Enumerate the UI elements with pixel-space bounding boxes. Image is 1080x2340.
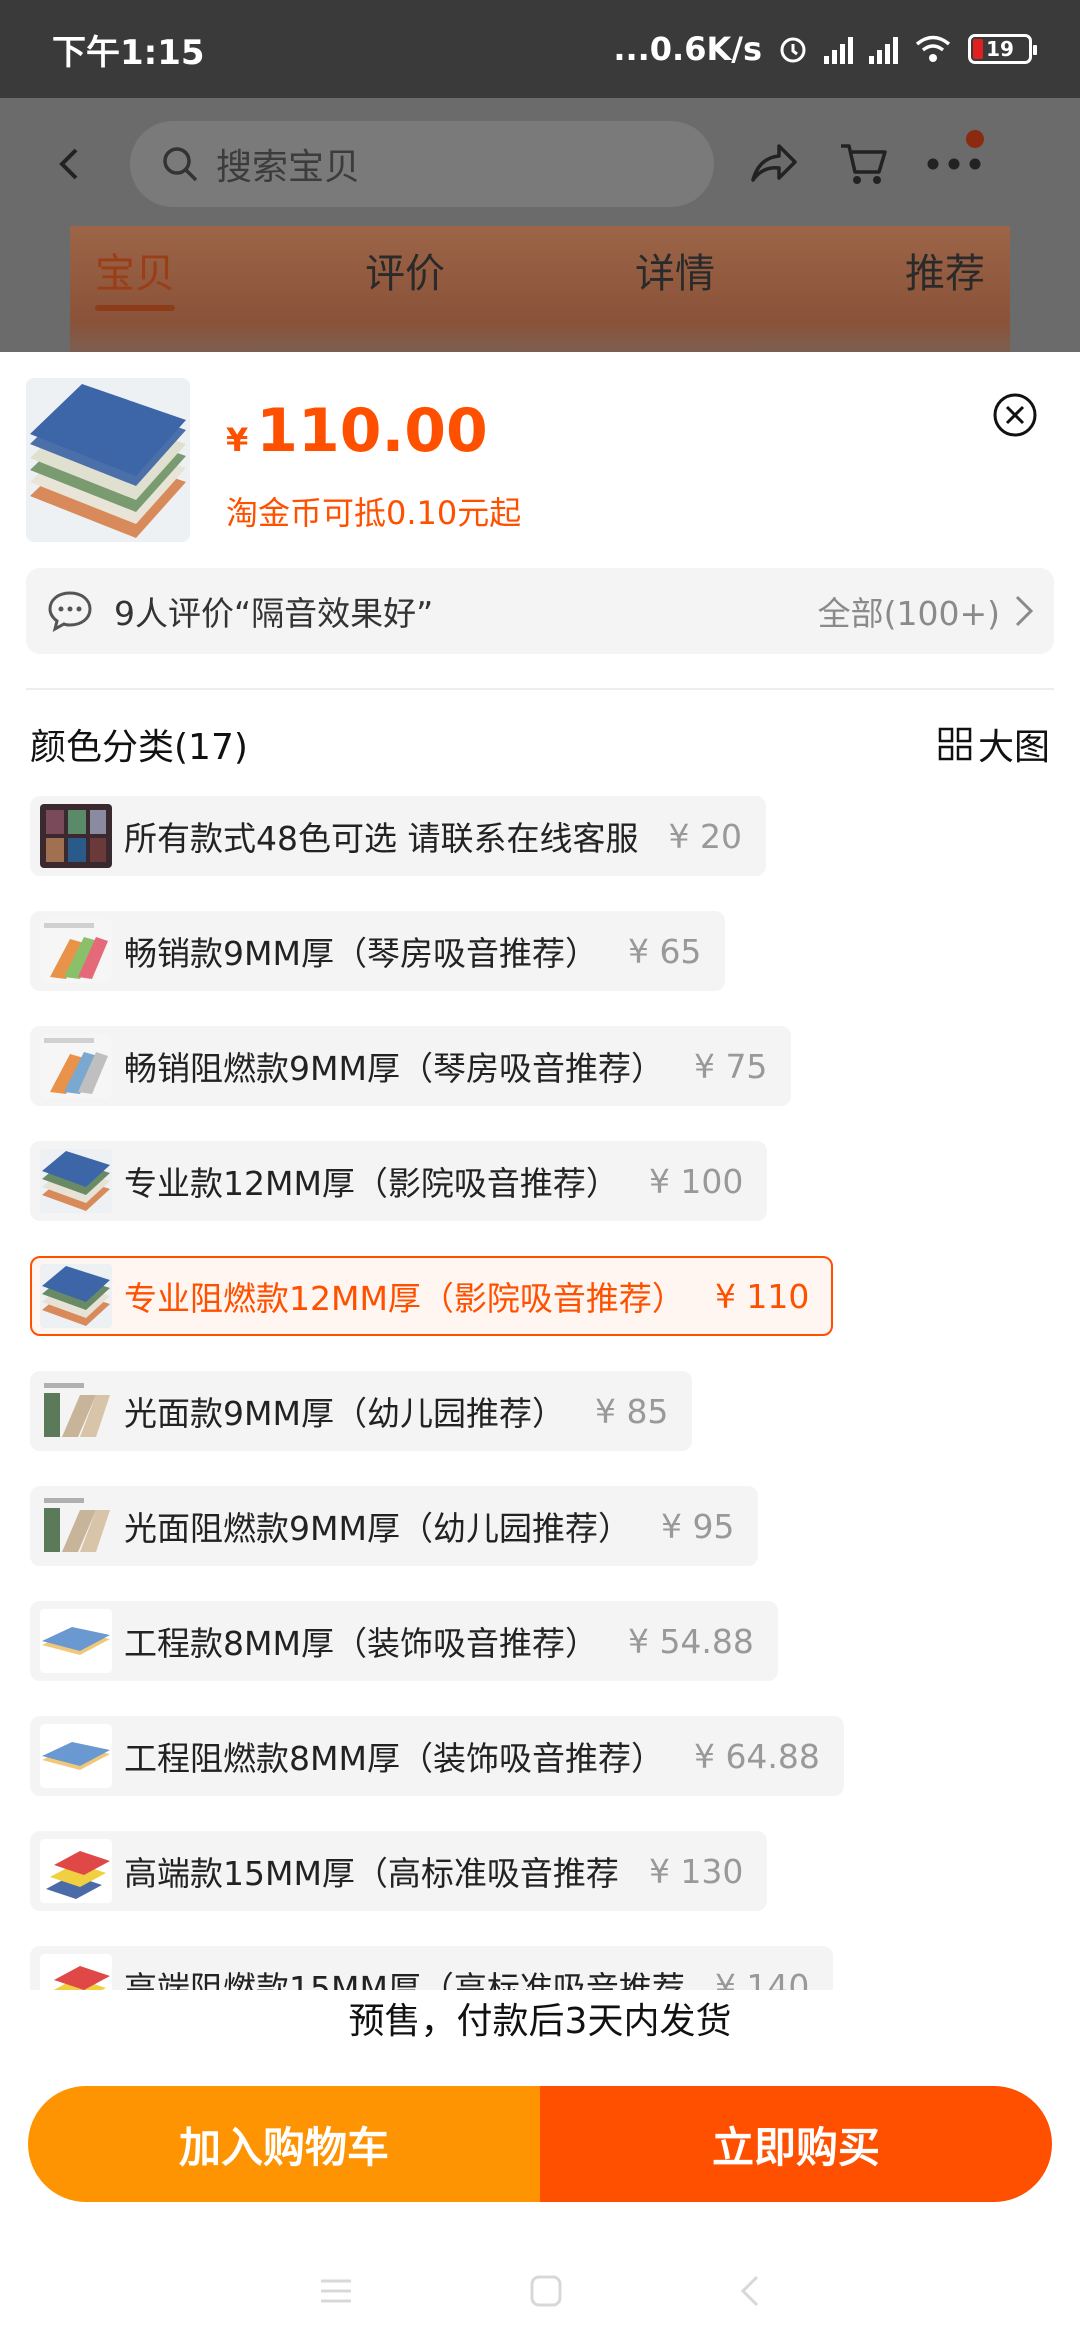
option-price: ¥ 54.88 bbox=[627, 1621, 754, 1661]
option-name: 高端阻燃款15MM厚（高标准吸音推荐 bbox=[124, 1969, 685, 1990]
option-name: 畅销阻燃款9MM厚（琴房吸音推荐） bbox=[124, 1049, 664, 1088]
flat-panel-thumbnail bbox=[40, 1724, 112, 1788]
action-buttons: 加入购物车 立即购买 bbox=[28, 2086, 1052, 2202]
signal-icon-2 bbox=[869, 34, 898, 64]
option-item[interactable]: 工程款8MM厚（装饰吸音推荐） ¥ 54.88 bbox=[30, 1601, 778, 1681]
option-item[interactable]: 所有款式48色可选 请联系在线客服 ¥ 20 bbox=[30, 796, 766, 876]
big-view-label: 大图 bbox=[977, 727, 1050, 768]
tab-reviews[interactable]: 评价 bbox=[365, 241, 445, 299]
back-nav-icon[interactable] bbox=[739, 2274, 761, 2308]
search-input[interactable]: 搜索宝贝 bbox=[130, 121, 714, 207]
color-options-list: 所有款式48色可选 请联系在线客服 ¥ 20 畅销款9MM厚（琴房吸音推荐） ¥… bbox=[30, 796, 1054, 1990]
divider bbox=[26, 688, 1054, 690]
sku-header: ¥ 110.00 淘金币可抵0.10元起 bbox=[26, 378, 1054, 542]
grid-icon bbox=[938, 727, 972, 761]
option-item[interactable]: 高端款15MM厚（高标准吸音推荐 ¥ 130 bbox=[30, 1831, 768, 1911]
stacked-panels-thumbnail bbox=[40, 1264, 112, 1328]
thick-panels-thumbnail bbox=[40, 1954, 112, 1990]
option-price: ¥ 100 bbox=[648, 1161, 744, 1201]
battery-icon: 19 bbox=[968, 34, 1037, 64]
tab-recommend[interactable]: 推荐 bbox=[905, 241, 985, 299]
stacked-panels-thumbnail bbox=[40, 1149, 112, 1213]
tab-details[interactable]: 详情 bbox=[635, 241, 715, 299]
option-item[interactable]: 畅销款9MM厚（琴房吸音推荐） ¥ 65 bbox=[30, 911, 726, 991]
buy-now-button[interactable]: 立即购买 bbox=[540, 2086, 1052, 2202]
review-highlight: 9人评价“隔音效果好” bbox=[114, 594, 434, 633]
option-item[interactable]: 高端阻燃款15MM厚（高标准吸音推荐 ¥ 140 bbox=[30, 1946, 834, 1991]
option-name: 高端款15MM厚（高标准吸音推荐 bbox=[124, 1854, 619, 1893]
option-price: ¥ 20 bbox=[668, 816, 742, 856]
option-item-selected[interactable]: 专业阻燃款12MM厚（影院吸音推荐） ¥ 110 bbox=[30, 1256, 834, 1336]
back-icon[interactable] bbox=[40, 134, 100, 194]
coin-discount-note: 淘金币可抵0.10元起 bbox=[226, 494, 522, 532]
category-title: 颜色分类(17) bbox=[30, 727, 248, 768]
option-item[interactable]: 工程阻燃款8MM厚（装饰吸音推荐） ¥ 64.88 bbox=[30, 1716, 844, 1796]
alarm-icon bbox=[780, 37, 806, 63]
option-name: 专业款12MM厚（影院吸音推荐） bbox=[124, 1164, 619, 1203]
thick-panels-thumbnail bbox=[40, 1839, 112, 1903]
option-item[interactable]: 专业款12MM厚（影院吸音推荐） ¥ 100 bbox=[30, 1141, 768, 1221]
option-name: 畅销款9MM厚（琴房吸音推荐） bbox=[124, 934, 598, 973]
option-price: ¥ 95 bbox=[660, 1506, 735, 1546]
system-nav-bar bbox=[0, 2242, 1080, 2340]
option-name: 光面款9MM厚（幼儿园推荐） bbox=[124, 1394, 565, 1433]
home-icon[interactable] bbox=[529, 2274, 563, 2308]
option-price: ¥ 75 bbox=[693, 1046, 768, 1086]
option-price: ¥ 140 bbox=[714, 1966, 810, 1991]
option-price: ¥ 65 bbox=[627, 931, 702, 971]
chevron-right-icon bbox=[1015, 595, 1034, 627]
add-to-cart-button[interactable]: 加入购物车 bbox=[28, 2086, 540, 2202]
background-product-page: 搜索宝贝 宝贝 评价 详情 推荐 bbox=[0, 98, 1080, 352]
product-header: 搜索宝贝 bbox=[0, 98, 1080, 230]
sku-selector-sheet: ¥ 110.00 淘金币可抵0.10元起 9人评价“隔音效果好” 全部(100+… bbox=[0, 352, 1080, 2340]
status-indicators: ...0.6K/s 19 bbox=[613, 30, 1037, 68]
search-placeholder: 搜索宝贝 bbox=[216, 147, 361, 188]
status-bar: 下午1:15 ...0.6K/s 19 bbox=[0, 0, 1080, 98]
price-value: 110.00 bbox=[256, 396, 488, 466]
option-price: ¥ 130 bbox=[648, 1851, 744, 1891]
review-all-link[interactable]: 全部(100+) bbox=[818, 587, 1034, 635]
big-image-toggle[interactable]: 大图 bbox=[938, 718, 1050, 770]
search-icon bbox=[163, 147, 198, 182]
option-name: 所有款式48色可选 请联系在线客服 bbox=[124, 819, 639, 858]
notification-dot bbox=[966, 130, 984, 148]
wall-panels-thumbnail bbox=[40, 1494, 112, 1558]
option-price: ¥ 110 bbox=[714, 1276, 810, 1316]
tab-baby[interactable]: 宝贝 bbox=[95, 241, 175, 311]
review-all-label: 全部(100+) bbox=[817, 594, 1000, 633]
option-price: ¥ 85 bbox=[594, 1391, 669, 1431]
status-time: 下午1:15 bbox=[52, 32, 205, 73]
option-price: ¥ 64.88 bbox=[693, 1736, 820, 1776]
close-icon[interactable] bbox=[992, 392, 1038, 438]
product-tabs: 宝贝 评价 详情 推荐 bbox=[0, 230, 1080, 311]
option-name: 工程阻燃款8MM厚（装饰吸音推荐） bbox=[124, 1739, 664, 1778]
menu-icon[interactable] bbox=[319, 2277, 353, 2305]
option-item[interactable]: 光面阻燃款9MM厚（幼儿园推荐） ¥ 95 bbox=[30, 1486, 759, 1566]
network-speed: ...0.6K/s bbox=[613, 30, 762, 68]
currency-symbol: ¥ bbox=[226, 421, 249, 459]
flat-panel-thumbnail bbox=[40, 1609, 112, 1673]
colorful-panels-thumbnail bbox=[40, 919, 112, 983]
swatch-thumbnail bbox=[40, 804, 112, 868]
wifi-icon bbox=[915, 35, 951, 62]
cart-icon[interactable] bbox=[834, 134, 894, 194]
option-name: 光面阻燃款9MM厚（幼儿园推荐） bbox=[124, 1509, 631, 1548]
share-icon[interactable] bbox=[744, 134, 804, 194]
more-icon[interactable] bbox=[924, 130, 984, 194]
sku-price: ¥ 110.00 bbox=[226, 396, 488, 466]
option-name: 工程款8MM厚（装饰吸音推荐） bbox=[124, 1624, 598, 1663]
chat-bubble-icon bbox=[48, 591, 92, 632]
wall-panels-thumbnail bbox=[40, 1379, 112, 1443]
sku-thumbnail[interactable] bbox=[26, 378, 190, 542]
presale-note: 预售，付款后3天内发货 bbox=[348, 2001, 732, 2042]
option-item[interactable]: 光面款9MM厚（幼儿园推荐） ¥ 85 bbox=[30, 1371, 693, 1451]
signal-icon bbox=[824, 34, 853, 64]
option-name: 专业阻燃款12MM厚（影院吸音推荐） bbox=[124, 1279, 685, 1318]
review-summary-bar[interactable]: 9人评价“隔音效果好” 全部(100+) bbox=[26, 568, 1054, 654]
option-item[interactable]: 畅销阻燃款9MM厚（琴房吸音推荐） ¥ 75 bbox=[30, 1026, 792, 1106]
colorful-panels-thumbnail bbox=[40, 1034, 112, 1098]
